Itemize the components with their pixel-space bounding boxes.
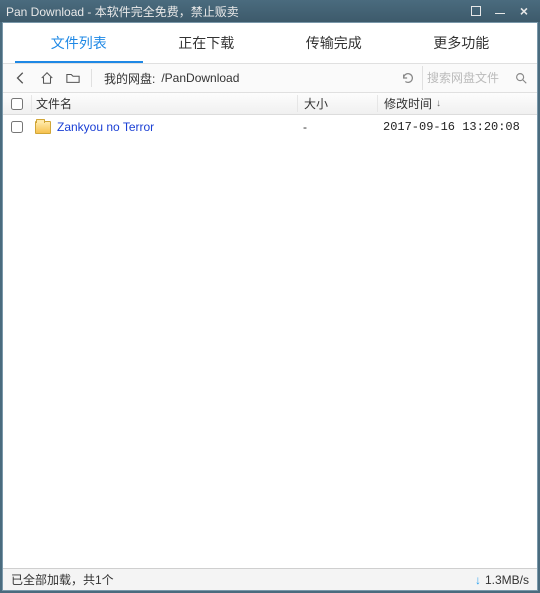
window-controls: ×	[466, 3, 534, 19]
row-checkbox[interactable]	[11, 121, 23, 133]
search-box	[422, 66, 531, 90]
home-icon	[40, 71, 54, 85]
column-header-name[interactable]: 文件名	[31, 95, 297, 112]
select-all-checkbox[interactable]	[11, 98, 23, 110]
new-folder-button[interactable]	[61, 66, 85, 90]
tabbar: 文件列表 正在下载 传输完成 更多功能	[3, 23, 537, 63]
header-checkbox-cell	[3, 98, 31, 110]
download-speed: 1.3MB/s	[485, 573, 529, 587]
client-area: 文件列表 正在下载 传输完成 更多功能 我的网盘: /PanDownload	[2, 22, 538, 591]
search-input[interactable]	[427, 71, 507, 85]
file-list[interactable]: Zankyou no Terror - 2017-09-16 13:20:08	[3, 115, 537, 568]
titlebar[interactable]: Pan Download - 本软件完全免费，禁止贩卖 ×	[0, 0, 540, 22]
refresh-button[interactable]	[396, 66, 420, 90]
statusbar: 已全部加载，共1个 ↓ 1.3MB/s	[3, 568, 537, 590]
row-name-cell[interactable]: Zankyou no Terror	[31, 120, 297, 134]
toolbar: 我的网盘: /PanDownload	[3, 63, 537, 93]
sort-descending-icon: ↓	[436, 98, 441, 109]
arrow-left-icon	[14, 71, 28, 85]
column-header-size[interactable]: 大小	[297, 95, 377, 112]
column-header-mtime-label: 修改时间	[384, 95, 432, 112]
tab-completed[interactable]: 传输完成	[270, 23, 398, 63]
row-checkbox-cell	[3, 121, 31, 133]
separator	[91, 69, 92, 87]
minimize-icon[interactable]	[490, 3, 510, 19]
close-icon[interactable]: ×	[514, 3, 534, 19]
row-filename: Zankyou no Terror	[57, 120, 154, 134]
path-label: 我的网盘:	[104, 70, 155, 87]
row-mtime-cell: 2017-09-16 13:20:08	[377, 120, 537, 134]
download-arrow-icon: ↓	[475, 573, 481, 587]
search-icon	[514, 71, 528, 85]
home-button[interactable]	[35, 66, 59, 90]
table-row[interactable]: Zankyou no Terror - 2017-09-16 13:20:08	[3, 115, 537, 139]
tab-file-list[interactable]: 文件列表	[15, 23, 143, 63]
folder-icon	[35, 121, 51, 134]
tab-more[interactable]: 更多功能	[398, 23, 526, 63]
restore-icon[interactable]	[466, 3, 486, 19]
row-size-cell: -	[297, 120, 377, 134]
search-button[interactable]	[511, 66, 531, 90]
status-text: 已全部加载，共1个	[11, 571, 114, 588]
tab-downloading[interactable]: 正在下载	[143, 23, 271, 63]
table-header: 文件名 大小 修改时间 ↓	[3, 93, 537, 115]
refresh-icon	[401, 71, 415, 85]
app-window: Pan Download - 本软件完全免费，禁止贩卖 × 文件列表 正在下载 …	[0, 0, 540, 593]
path-value: /PanDownload	[161, 71, 239, 85]
folder-icon	[66, 71, 80, 85]
window-title: Pan Download - 本软件完全免费，禁止贩卖	[6, 3, 466, 20]
back-button[interactable]	[9, 66, 33, 90]
column-header-mtime[interactable]: 修改时间 ↓	[377, 95, 537, 112]
